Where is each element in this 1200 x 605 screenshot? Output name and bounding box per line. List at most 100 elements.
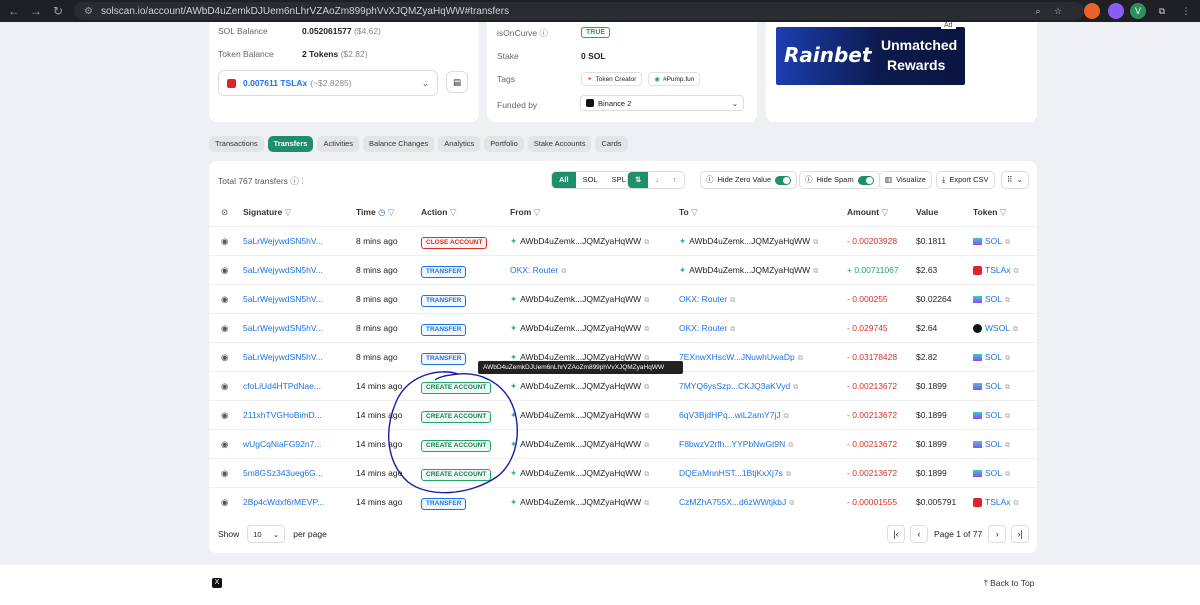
from-address-link[interactable]: AWbD4uZemk...JQMZyaHqWW xyxy=(520,439,641,449)
to-address-link[interactable]: CzMZhA755X...d6zWWtjkbJ xyxy=(679,497,786,507)
extension-v-icon[interactable]: V xyxy=(1130,3,1146,19)
hide-spam-toggle[interactable]: ⓘ Hide Spam xyxy=(799,171,880,189)
copy-icon[interactable]: ⧉ xyxy=(644,471,649,478)
bookmark-star-icon[interactable]: ☆ xyxy=(1050,3,1066,19)
signature-link[interactable]: 5aLrWejywdSN5hV... xyxy=(243,227,323,256)
eye-icon[interactable]: ◉ xyxy=(221,285,228,314)
copy-icon[interactable]: ⧉ xyxy=(644,442,649,449)
columns-menu-button[interactable]: ⠿ ⌄ xyxy=(1001,171,1029,189)
signature-link[interactable]: 211xhTVGHoBimD... xyxy=(243,401,322,430)
copy-icon[interactable]: ⧉ xyxy=(644,500,649,507)
copy-icon[interactable]: ⧉ xyxy=(786,471,791,478)
tab-balance-changes[interactable]: Balance Changes xyxy=(363,136,435,152)
to-address-link[interactable]: OKX: Router xyxy=(679,323,727,333)
eye-icon[interactable]: ◉ xyxy=(221,314,228,343)
signature-link[interactable]: 2Bp4cWdxf6rMEVP... xyxy=(243,488,324,517)
signature-link[interactable]: 5aLrWejywdSN5hV... xyxy=(243,256,323,285)
copy-icon[interactable]: ⧉ xyxy=(1014,268,1019,275)
to-address-link[interactable]: 7MYQ6ysSzp...CKJQ3aKVyd xyxy=(679,381,790,391)
x-social-icon[interactable]: X xyxy=(212,578,222,588)
tab-transactions[interactable]: Transactions xyxy=(209,136,264,152)
copy-icon[interactable]: ⧉ xyxy=(813,239,818,246)
copy-icon[interactable]: ⧉ xyxy=(644,239,649,246)
outgoing-arrow-icon[interactable]: ↑ xyxy=(666,172,684,188)
funded-by-select[interactable]: Binance 2 ⌄ xyxy=(580,95,744,111)
clock-icon[interactable]: ◷ xyxy=(378,207,385,217)
from-address-link[interactable]: AWbD4uZemk...JQMZyaHqWW xyxy=(520,381,641,391)
hide-zero-toggle[interactable]: ⓘ Hide Zero Value xyxy=(700,171,798,189)
filter-sol[interactable]: SOL xyxy=(576,172,605,188)
incoming-arrow-icon[interactable]: ↓ xyxy=(648,172,666,188)
back-to-top-link[interactable]: ⤒ Back to Top xyxy=(984,578,1034,589)
both-directions-icon[interactable]: ⇅ xyxy=(628,172,649,188)
filter-icon[interactable]: ▽ xyxy=(1000,207,1007,217)
back-icon[interactable]: ← xyxy=(2,4,26,18)
extension-ghost-icon[interactable] xyxy=(1108,3,1124,19)
from-address-link[interactable]: OKX: Router xyxy=(510,265,558,275)
token-link[interactable]: SOL xyxy=(985,352,1002,362)
tag-pump-fun[interactable]: ◉ #Pump.fun xyxy=(648,72,701,86)
reload-icon[interactable]: ↻ xyxy=(46,4,70,18)
copy-icon[interactable]: ⧉ xyxy=(789,500,794,507)
from-address-link[interactable]: AWbD4uZemk...JQMZyaHqWW xyxy=(520,294,641,304)
tab-stake-accounts[interactable]: Stake Accounts xyxy=(527,136,592,152)
calendar-button[interactable]: ▤ xyxy=(446,71,468,93)
tab-portfolio[interactable]: Portfolio xyxy=(484,136,524,152)
eye-icon[interactable]: ◉ xyxy=(221,401,228,430)
tag-token-creator[interactable]: ✦ Token Creator xyxy=(581,72,643,86)
page-size-select[interactable]: 10 ⌄ xyxy=(247,525,286,543)
from-address-link[interactable]: AWbD4uZemk...JQMZyaHqWW xyxy=(520,323,641,333)
token-select[interactable]: 0.007611 TSLAx (~$2.8285) ⌄ xyxy=(218,70,438,96)
first-page-button[interactable]: |‹ xyxy=(887,525,905,543)
address-bar[interactable]: ⚙ solscan.io/account/AWbD4uZemkDJUem6nLh… xyxy=(74,2,1084,20)
token-link[interactable]: TSLAx xyxy=(985,497,1011,507)
tab-activities[interactable]: Activities xyxy=(317,136,360,152)
filter-icon[interactable]: ▽ xyxy=(388,207,395,217)
copy-icon[interactable]: ⧉ xyxy=(1005,413,1010,420)
token-link[interactable]: SOL xyxy=(985,381,1002,391)
export-csv-button[interactable]: ⤓ Export CSV xyxy=(936,171,995,189)
signature-link[interactable]: 5aLrWejywdSN5hV... xyxy=(243,343,323,372)
eye-icon[interactable]: ◉ xyxy=(221,459,228,488)
eye-icon[interactable]: ◉ xyxy=(221,227,228,256)
copy-icon[interactable]: ⧉ xyxy=(644,326,649,333)
from-address-link[interactable]: AWbD4uZemk...JQMZyaHqWW xyxy=(520,497,641,507)
token-link[interactable]: SOL xyxy=(985,410,1002,420)
extensions-puzzle-icon[interactable]: ⧉ xyxy=(1154,3,1170,19)
copy-icon[interactable]: ⧉ xyxy=(730,326,735,333)
filter-icon[interactable]: ▽ xyxy=(881,207,888,217)
copy-icon[interactable]: ⧉ xyxy=(1005,442,1010,449)
from-address-link[interactable]: AWbD4uZemk...JQMZyaHqWW xyxy=(520,410,641,420)
copy-icon[interactable]: ⧉ xyxy=(813,268,818,275)
copy-icon[interactable]: ⧉ xyxy=(1005,384,1010,391)
site-settings-icon[interactable]: ⚙ xyxy=(84,6,93,17)
signature-link[interactable]: 5aLrWejywdSN5hV... xyxy=(243,314,323,343)
token-link[interactable]: WSOL xyxy=(985,323,1010,333)
visualize-button[interactable]: ▥ Visualize xyxy=(879,171,932,189)
eye-icon[interactable]: ◉ xyxy=(221,488,228,517)
eye-icon[interactable]: ◉ xyxy=(221,430,228,459)
eye-icon[interactable]: ◉ xyxy=(221,256,228,285)
eye-icon[interactable]: ◉ xyxy=(221,343,228,372)
signature-link[interactable]: 5m8GSz343ueg6G... xyxy=(243,459,323,488)
filter-icon[interactable]: ▽ xyxy=(691,207,698,217)
copy-icon[interactable]: ⧉ xyxy=(644,297,649,304)
to-address-link[interactable]: AWbD4uZemk...JQMZyaHqWW xyxy=(689,236,810,246)
copy-icon[interactable]: ⧉ xyxy=(644,384,649,391)
filter-icon[interactable]: ▽ xyxy=(285,207,292,217)
copy-icon[interactable]: ⧉ xyxy=(793,384,798,391)
copy-icon[interactable]: ⧉ xyxy=(784,413,789,420)
copy-icon[interactable]: ⧉ xyxy=(1014,500,1019,507)
chart-icon[interactable]: ⫶ xyxy=(301,176,303,186)
from-address-link[interactable]: AWbD4uZemk...JQMZyaHqWW xyxy=(520,468,641,478)
filter-icon[interactable]: ▽ xyxy=(534,207,541,217)
search-icon[interactable]: ⌕ xyxy=(1030,3,1046,19)
copy-icon[interactable]: ⧉ xyxy=(798,355,803,362)
last-page-button[interactable]: ›| xyxy=(1011,525,1030,543)
token-link[interactable]: TSLAx xyxy=(985,265,1011,275)
copy-icon[interactable]: ⧉ xyxy=(1005,297,1010,304)
copy-icon[interactable]: ⧉ xyxy=(730,297,735,304)
next-page-button[interactable]: › xyxy=(988,525,1007,543)
to-address-link[interactable]: F8bwzV2rfh...YYPbNwGt9N xyxy=(679,439,785,449)
token-link[interactable]: SOL xyxy=(985,294,1002,304)
